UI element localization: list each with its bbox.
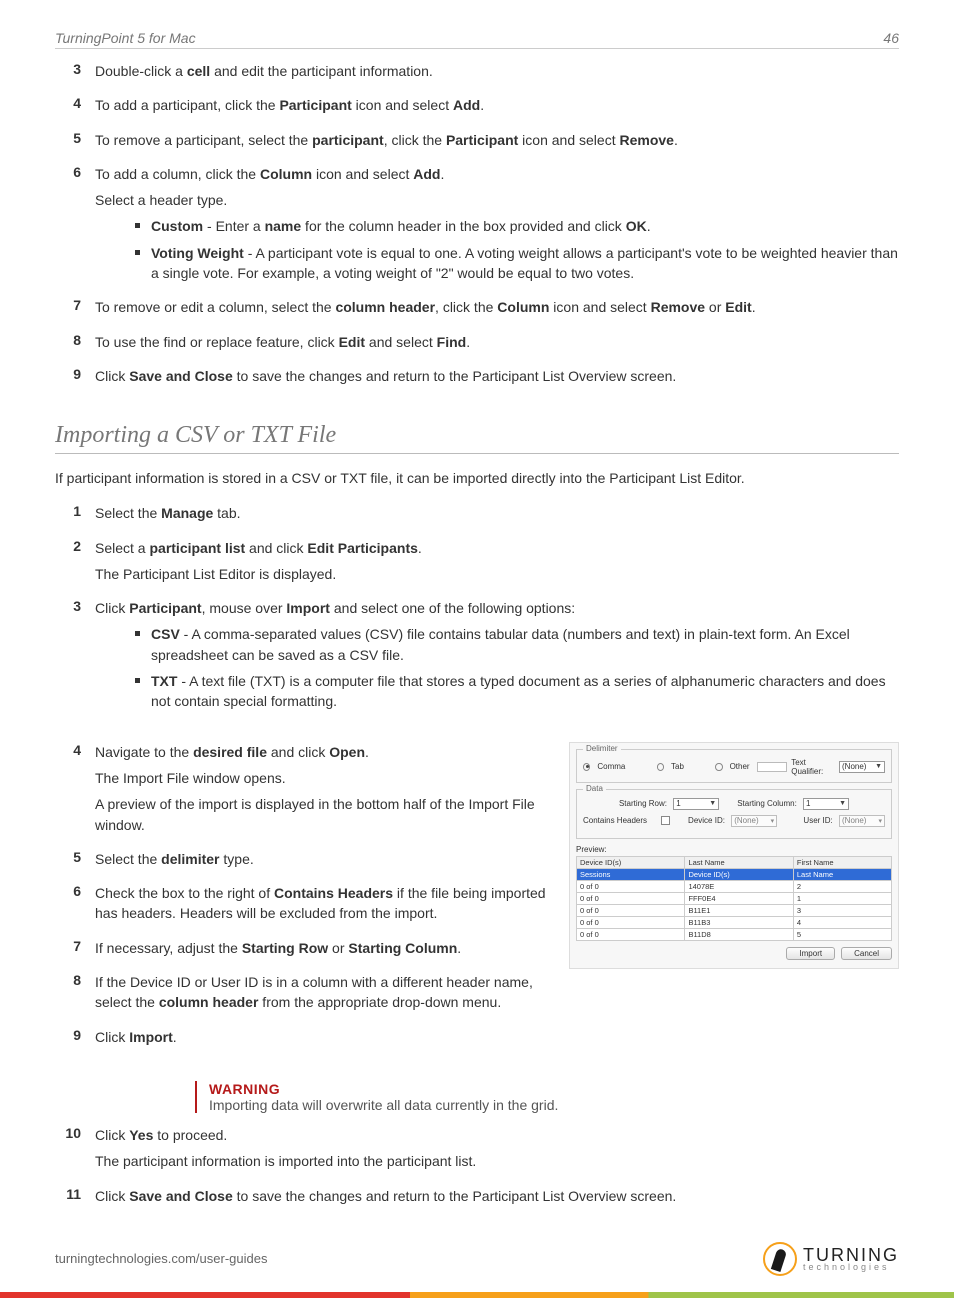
import-button[interactable]: Import <box>786 947 835 960</box>
step-6: To add a column, click the Column icon a… <box>95 164 899 184</box>
preview-table: Device ID(s) Last Name First Name Sessio… <box>576 856 892 941</box>
import-step-9: Click Import. <box>95 1027 551 1047</box>
doc-title: TurningPoint 5 for Mac <box>55 30 196 46</box>
section-intro: If participant information is stored in … <box>55 468 899 489</box>
import-step-10b: The participant information is imported … <box>95 1151 899 1171</box>
warning-box: WARNING Importing data will overwrite al… <box>195 1081 899 1113</box>
import-step-8: If the Device ID or User ID is in a colu… <box>95 972 551 1013</box>
data-fieldset: Data Starting Row: 1▼ Starting Column: 1… <box>576 789 892 839</box>
steps-import: 1Select the Manage tab. 2 Select a parti… <box>55 503 899 717</box>
steps-top: 3Double-click a cell and edit the partic… <box>55 61 899 392</box>
starting-row-select[interactable]: 1▼ <box>673 798 719 810</box>
section-heading-import: Importing a CSV or TXT File <box>55 422 899 454</box>
import-step-2: Select a participant list and click Edit… <box>95 538 899 558</box>
table-row[interactable]: 0 of 0B11E13 <box>577 904 892 916</box>
step-5: To remove a participant, select the part… <box>95 130 899 150</box>
warning-title: WARNING <box>209 1081 899 1097</box>
table-row[interactable]: 0 of 0B11D85 <box>577 928 892 940</box>
step-6-bullet-custom: Custom - Enter a name for the column hea… <box>135 216 899 236</box>
page-header: TurningPoint 5 for Mac 46 <box>55 30 899 49</box>
import-step-1: Select the Manage tab. <box>95 503 899 523</box>
import-step-7: If necessary, adjust the Starting Row or… <box>95 938 551 958</box>
warning-text: Importing data will overwrite all data c… <box>209 1097 899 1113</box>
contains-headers-checkbox[interactable] <box>661 816 670 825</box>
preview-label: Preview: <box>576 845 892 854</box>
import-step-10: Click Yes to proceed. <box>95 1125 899 1145</box>
logo: TURNING technologies <box>763 1242 899 1276</box>
step-3: Double-click a cell and edit the partici… <box>95 61 899 81</box>
steps-import-left: 4 Navigate to the desired file and click… <box>55 742 551 1053</box>
text-qualifier-select[interactable]: (None)▼ <box>839 761 885 773</box>
step-6-sub: Select a header type. <box>95 190 899 210</box>
page-number: 46 <box>883 30 899 46</box>
footer-stripe <box>0 1292 954 1298</box>
user-id-select[interactable]: (None)▾ <box>839 815 885 827</box>
page-footer: turningtechnologies.com/user-guides TURN… <box>55 1242 899 1276</box>
import-step-3-csv: CSV - A comma-separated values (CSV) fil… <box>135 624 899 665</box>
import-step-5: Select the delimiter type. <box>95 849 551 869</box>
radio-other[interactable] <box>715 763 722 771</box>
table-row[interactable]: 0 of 014078E2 <box>577 880 892 892</box>
delimiter-fieldset: Delimiter Comma Tab Other Text Qualifier… <box>576 749 892 783</box>
step-4: To add a participant, click the Particip… <box>95 95 899 115</box>
import-step-11: Click Save and Close to save the changes… <box>95 1186 899 1206</box>
import-step-6: Check the box to the right of Contains H… <box>95 883 551 924</box>
step-8: To use the find or replace feature, clic… <box>95 332 899 352</box>
logo-icon <box>763 1242 797 1276</box>
import-step-2-sub: The Participant List Editor is displayed… <box>95 564 899 584</box>
table-row[interactable]: SessionsDevice ID(s)Last Name <box>577 868 892 880</box>
cancel-button[interactable]: Cancel <box>841 947 892 960</box>
device-id-select[interactable]: (None)▾ <box>731 815 777 827</box>
footer-url: turningtechnologies.com/user-guides <box>55 1251 267 1266</box>
table-row[interactable]: 0 of 0FFF0E41 <box>577 892 892 904</box>
import-step-4c: A preview of the import is displayed in … <box>95 794 551 835</box>
steps-import-bottom: 10 Click Yes to proceed. The participant… <box>55 1125 899 1212</box>
import-step-4: Navigate to the desired file and click O… <box>95 742 551 762</box>
step-9: Click Save and Close to save the changes… <box>95 366 899 386</box>
import-step-4b: The Import File window opens. <box>95 768 551 788</box>
starting-column-select[interactable]: 1▼ <box>803 798 849 810</box>
import-step-3-txt: TXT - A text file (TXT) is a computer fi… <box>135 671 899 712</box>
import-step-3: Click Participant, mouse over Import and… <box>95 598 899 618</box>
table-row[interactable]: 0 of 0B11B34 <box>577 916 892 928</box>
step-6-bullet-voting-weight: Voting Weight - A participant vote is eq… <box>135 243 899 284</box>
radio-tab[interactable] <box>657 763 664 771</box>
step-7: To remove or edit a column, select the c… <box>95 297 899 317</box>
import-file-window-screenshot: Delimiter Comma Tab Other Text Qualifier… <box>569 742 899 969</box>
other-input[interactable] <box>757 762 788 772</box>
radio-comma[interactable] <box>583 763 590 771</box>
